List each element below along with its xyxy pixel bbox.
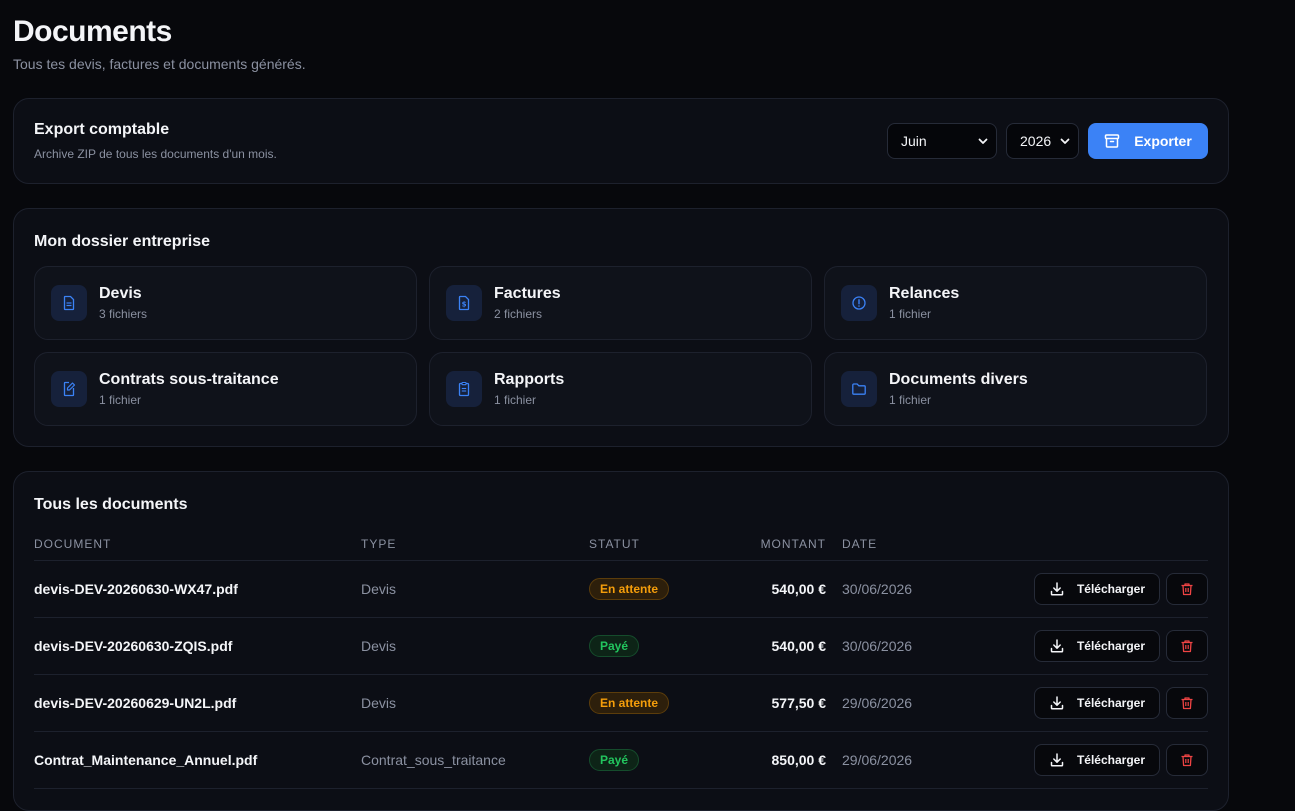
status-badge: En attente bbox=[589, 691, 670, 714]
document-type: Devis bbox=[361, 617, 589, 675]
document-amount: 540,00 € bbox=[729, 617, 842, 675]
folder-count: 1 fichier bbox=[99, 393, 142, 407]
clipboard-icon bbox=[446, 371, 482, 407]
table-row: devis-DEV-20260630-ZQIS.pdf Devis Payé 5… bbox=[34, 617, 1208, 675]
document-date: 30/06/2026 bbox=[842, 617, 1002, 675]
trash-icon bbox=[1181, 753, 1193, 766]
page-subtitle: Tous tes devis, factures et documents gé… bbox=[13, 56, 306, 72]
column-header-document: DOCUMENT bbox=[34, 528, 361, 561]
document-amount: 540,00 € bbox=[729, 560, 842, 618]
delete-button[interactable] bbox=[1166, 629, 1208, 662]
month-select-value: Juin bbox=[901, 133, 927, 149]
folder-devis[interactable]: Devis 3 fichiers bbox=[34, 266, 417, 340]
document-amount: 850,00 € bbox=[729, 731, 842, 789]
year-select-value: 2026 bbox=[1020, 133, 1052, 149]
status-badge: En attente bbox=[589, 577, 670, 600]
file-edit-icon bbox=[51, 371, 87, 407]
folder-count: 3 fichiers bbox=[99, 307, 148, 321]
folder-count: 1 fichier bbox=[494, 393, 537, 407]
export-button-label: Exporter bbox=[1134, 133, 1192, 149]
document-name: devis-DEV-20260630-ZQIS.pdf bbox=[34, 617, 361, 675]
trash-icon bbox=[1181, 582, 1193, 595]
download-button-label: Télécharger bbox=[1076, 695, 1146, 710]
chevron-down-icon bbox=[978, 138, 988, 144]
folder-count: 2 fichiers bbox=[494, 307, 543, 321]
download-icon bbox=[1050, 638, 1064, 653]
archive-icon bbox=[1104, 134, 1120, 148]
download-button-label: Télécharger bbox=[1076, 638, 1146, 653]
documents-section-title: Tous les documents bbox=[34, 496, 188, 513]
document-date: 29/06/2026 bbox=[842, 731, 1002, 789]
document-name: devis-DEV-20260629-UN2L.pdf bbox=[34, 674, 361, 732]
delete-button[interactable] bbox=[1166, 686, 1208, 719]
document-type: Devis bbox=[361, 674, 589, 732]
status-badge: Payé bbox=[589, 748, 640, 771]
invoice-dollar-icon: $ bbox=[446, 285, 482, 321]
download-button[interactable]: Télécharger bbox=[1034, 743, 1160, 776]
download-button[interactable]: Télécharger bbox=[1034, 686, 1160, 719]
folder-section-title: Mon dossier entreprise bbox=[34, 233, 211, 250]
document-name: devis-DEV-20260630-WX47.pdf bbox=[34, 560, 361, 618]
folder-divers[interactable]: Documents divers 1 fichier bbox=[824, 352, 1207, 426]
column-header-actions bbox=[1002, 528, 1208, 561]
download-button-label: Télécharger bbox=[1076, 581, 1146, 596]
chevron-down-icon bbox=[1060, 138, 1070, 144]
download-button[interactable]: Télécharger bbox=[1034, 629, 1160, 662]
document-date: 29/06/2026 bbox=[842, 674, 1002, 732]
export-title: Export comptable bbox=[34, 121, 170, 138]
column-header-date: DATE bbox=[842, 528, 1002, 561]
status-badge: Payé bbox=[589, 634, 640, 657]
download-icon bbox=[1050, 752, 1064, 767]
folder-relances[interactable]: Relances 1 fichier bbox=[824, 266, 1207, 340]
company-folder-card: Mon dossier entreprise Devis 3 fichiers … bbox=[13, 208, 1229, 447]
folder-contrats[interactable]: Contrats sous-traitance 1 fichier bbox=[34, 352, 417, 426]
column-header-amount: MONTANT bbox=[729, 528, 842, 561]
column-header-status: STATUT bbox=[589, 528, 729, 561]
export-description: Archive ZIP de tous les documents d'un m… bbox=[34, 147, 277, 161]
page-title: Documents bbox=[13, 15, 172, 48]
file-text-icon bbox=[51, 285, 87, 321]
trash-icon bbox=[1181, 696, 1193, 709]
table-header-row: DOCUMENT TYPE STATUT MONTANT DATE bbox=[34, 528, 1208, 561]
download-icon bbox=[1050, 695, 1064, 710]
document-amount: 577,50 € bbox=[729, 674, 842, 732]
table-row: devis-DEV-20260629-UN2L.pdf Devis En att… bbox=[34, 674, 1208, 732]
document-date: 30/06/2026 bbox=[842, 560, 1002, 618]
download-button-label: Télécharger bbox=[1076, 752, 1146, 767]
delete-button[interactable] bbox=[1166, 572, 1208, 605]
trash-icon bbox=[1181, 639, 1193, 652]
folder-factures[interactable]: $ Factures 2 fichiers bbox=[429, 266, 812, 340]
alert-circle-icon bbox=[841, 285, 877, 321]
delete-button[interactable] bbox=[1166, 743, 1208, 776]
documents-table: DOCUMENT TYPE STATUT MONTANT DATE devis-… bbox=[34, 528, 1208, 789]
document-type: Devis bbox=[361, 560, 589, 618]
folder-name: Factures bbox=[494, 285, 561, 302]
folder-name: Relances bbox=[889, 285, 960, 302]
table-row: Contrat_Maintenance_Annuel.pdf Contrat_s… bbox=[34, 731, 1208, 789]
folder-name: Devis bbox=[99, 285, 142, 302]
export-button[interactable]: Exporter bbox=[1088, 123, 1208, 159]
document-type: Contrat_sous_traitance bbox=[361, 731, 589, 789]
folder-icon bbox=[841, 371, 877, 407]
year-select[interactable]: 2026 bbox=[1006, 123, 1079, 159]
folder-rapports[interactable]: Rapports 1 fichier bbox=[429, 352, 812, 426]
folder-name: Documents divers bbox=[889, 371, 1028, 388]
folder-count: 1 fichier bbox=[889, 307, 932, 321]
documents-page: Documents Tous tes devis, factures et do… bbox=[13, 14, 1229, 811]
folder-name: Contrats sous-traitance bbox=[99, 371, 279, 388]
month-select[interactable]: Juin bbox=[887, 123, 997, 159]
table-row: devis-DEV-20260630-WX47.pdf Devis En att… bbox=[34, 560, 1208, 618]
download-button[interactable]: Télécharger bbox=[1034, 572, 1160, 605]
download-icon bbox=[1050, 581, 1064, 596]
folder-name: Rapports bbox=[494, 371, 565, 388]
export-card: Export comptable Archive ZIP de tous les… bbox=[13, 98, 1229, 184]
folder-count: 1 fichier bbox=[889, 393, 932, 407]
documents-card: Tous les documents DOCUMENT TYPE STATUT … bbox=[13, 471, 1229, 811]
svg-text:$: $ bbox=[462, 301, 467, 309]
column-header-type: TYPE bbox=[361, 528, 589, 561]
document-name: Contrat_Maintenance_Annuel.pdf bbox=[34, 731, 361, 789]
